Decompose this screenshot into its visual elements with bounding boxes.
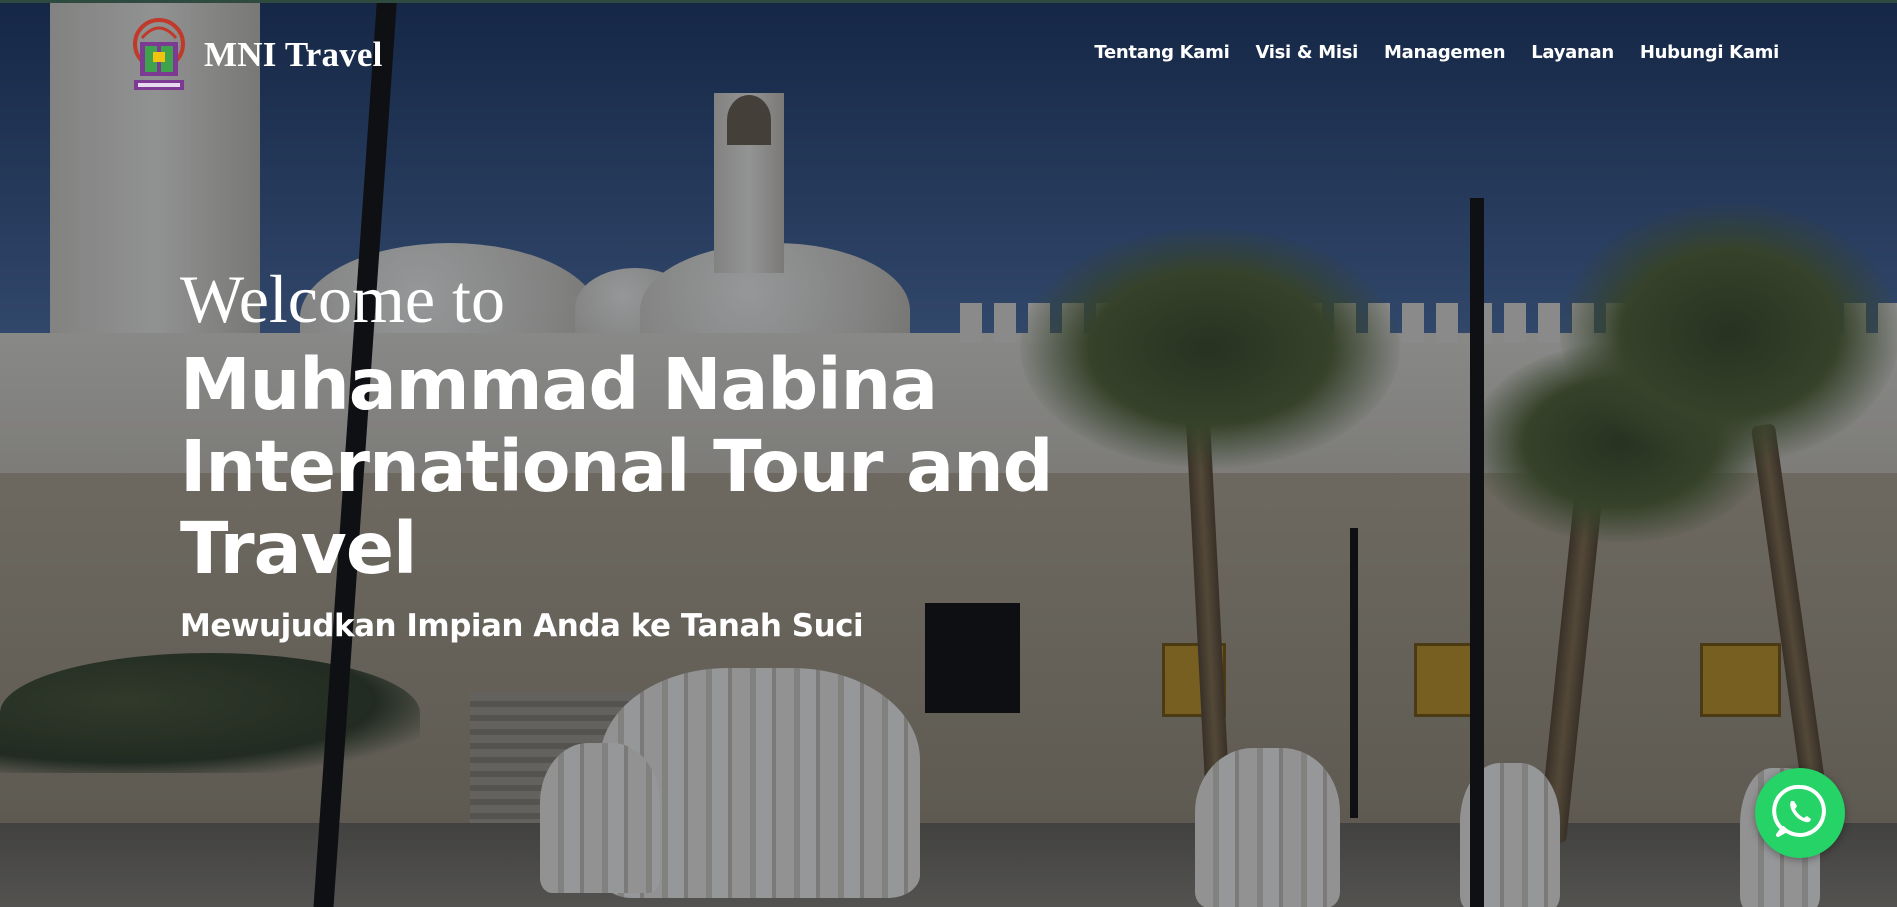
hero-company-name: Muhammad Nabina International Tour and T… xyxy=(180,343,1053,590)
nav-link-managemen[interactable]: Managemen xyxy=(1384,42,1506,63)
main-nav: Tentang Kami Visi & Misi Managemen Layan… xyxy=(1094,42,1779,63)
hero-text: Welcome to Muhammad Nabina International… xyxy=(180,260,1160,644)
brand-name: MNI Travel xyxy=(204,35,383,74)
nav-link-hubungi-kami[interactable]: Hubungi Kami xyxy=(1640,42,1779,63)
whatsapp-button[interactable] xyxy=(1755,768,1845,858)
whatsapp-icon xyxy=(1770,781,1830,846)
nav-link-tentang-kami[interactable]: Tentang Kami xyxy=(1094,42,1229,63)
brand-link[interactable]: MNI Travel xyxy=(128,16,383,94)
nav-link-layanan[interactable]: Layanan xyxy=(1531,42,1614,63)
hero-welcome: Welcome to xyxy=(180,261,505,337)
nav-link-visi-misi[interactable]: Visi & Misi xyxy=(1255,42,1358,63)
logo-icon xyxy=(128,16,190,94)
hero-tagline: Mewujudkan Impian Anda ke Tanah Suci xyxy=(180,608,864,644)
site-header: MNI Travel Tentang Kami Visi & Misi Mana… xyxy=(0,0,1897,110)
